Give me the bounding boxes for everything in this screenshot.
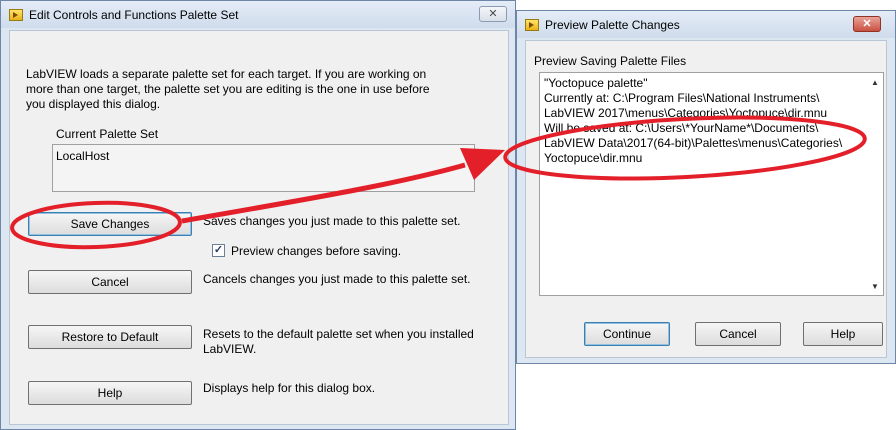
intro-line: more than one target, the palette set yo… (26, 82, 430, 96)
preview-changes-label[interactable]: Preview changes before saving. (231, 244, 401, 259)
dialog-body: LabVIEW loads a separate palette set for… (9, 30, 509, 425)
help-description: Displays help for this dialog box. (203, 381, 376, 395)
help-button[interactable]: Help (803, 322, 883, 346)
preview-text-line: Currently at: C:\Program Files\National … (544, 91, 820, 105)
preview-text-line: LabVIEW Data\2017(64-bit)\Palettes\menus… (544, 136, 843, 150)
dialog-title: Edit Controls and Functions Palette Set (29, 7, 239, 22)
close-button[interactable]: ✕ (479, 6, 507, 22)
preview-text-line: Will be saved at: C:\Users\*YourName*\Do… (544, 121, 819, 135)
dialog-titlebar: Preview Palette Changes ✕ (517, 11, 895, 38)
preview-text[interactable]: "Yoctopuce palette" Currently at: C:\Pro… (544, 76, 842, 166)
current-palette-set-value[interactable]: LocalHost (56, 149, 109, 163)
restore-description-line: LabVIEW. (203, 342, 257, 356)
dialog-body: Preview Saving Palette Files "Yoctopuce … (525, 40, 887, 358)
preview-text-line: LabVIEW 2017\menus\Categories\Yoctopuce\… (544, 106, 828, 120)
preview-text-area[interactable]: "Yoctopuce palette" Currently at: C:\Pro… (539, 72, 884, 296)
close-button[interactable]: ✕ (853, 16, 881, 32)
scroll-down-arrow-icon[interactable]: ▼ (867, 279, 883, 295)
intro-line: LabVIEW loads a separate palette set for… (26, 67, 427, 81)
preview-changes-checkbox[interactable]: ✓ (212, 244, 225, 257)
save-changes-description: Saves changes you just made to this pale… (203, 214, 461, 228)
restore-description: Resets to the default palette set when y… (203, 327, 474, 357)
save-changes-button[interactable]: Save Changes (28, 212, 192, 236)
scroll-up-arrow-icon[interactable]: ▲ (867, 75, 883, 91)
scroll-up-arrow-icon[interactable]: ▲ (458, 145, 474, 161)
dialog-title: Preview Palette Changes (545, 17, 680, 32)
restore-to-default-button[interactable]: Restore to Default (28, 325, 192, 349)
help-button[interactable]: Help (28, 381, 192, 405)
dialog-titlebar: Edit Controls and Functions Palette Set … (1, 1, 515, 28)
checkmark-icon: ✓ (213, 244, 224, 256)
edit-palette-set-dialog: Edit Controls and Functions Palette Set … (0, 0, 516, 430)
cancel-description: Cancels changes you just made to this pa… (203, 272, 471, 286)
preview-text-line: "Yoctopuce palette" (544, 76, 648, 90)
preview-palette-changes-dialog: Preview Palette Changes ✕ Preview Saving… (516, 10, 896, 364)
current-palette-set-listbox[interactable]: LocalHost ▲ (52, 144, 475, 192)
current-palette-set-label: Current Palette Set (56, 127, 159, 141)
intro-text: LabVIEW loads a separate palette set for… (26, 67, 496, 112)
labview-app-icon (525, 18, 539, 31)
intro-line: you displayed this dialog. (26, 97, 161, 111)
restore-description-line: Resets to the default palette set when y… (203, 327, 474, 341)
labview-app-icon (9, 8, 23, 21)
preview-section-label: Preview Saving Palette Files (534, 54, 687, 68)
cancel-button[interactable]: Cancel (695, 322, 781, 346)
continue-button[interactable]: Continue (584, 322, 670, 346)
preview-text-line: Yoctopuce\dir.mnu (544, 151, 643, 165)
cancel-button[interactable]: Cancel (28, 270, 192, 294)
